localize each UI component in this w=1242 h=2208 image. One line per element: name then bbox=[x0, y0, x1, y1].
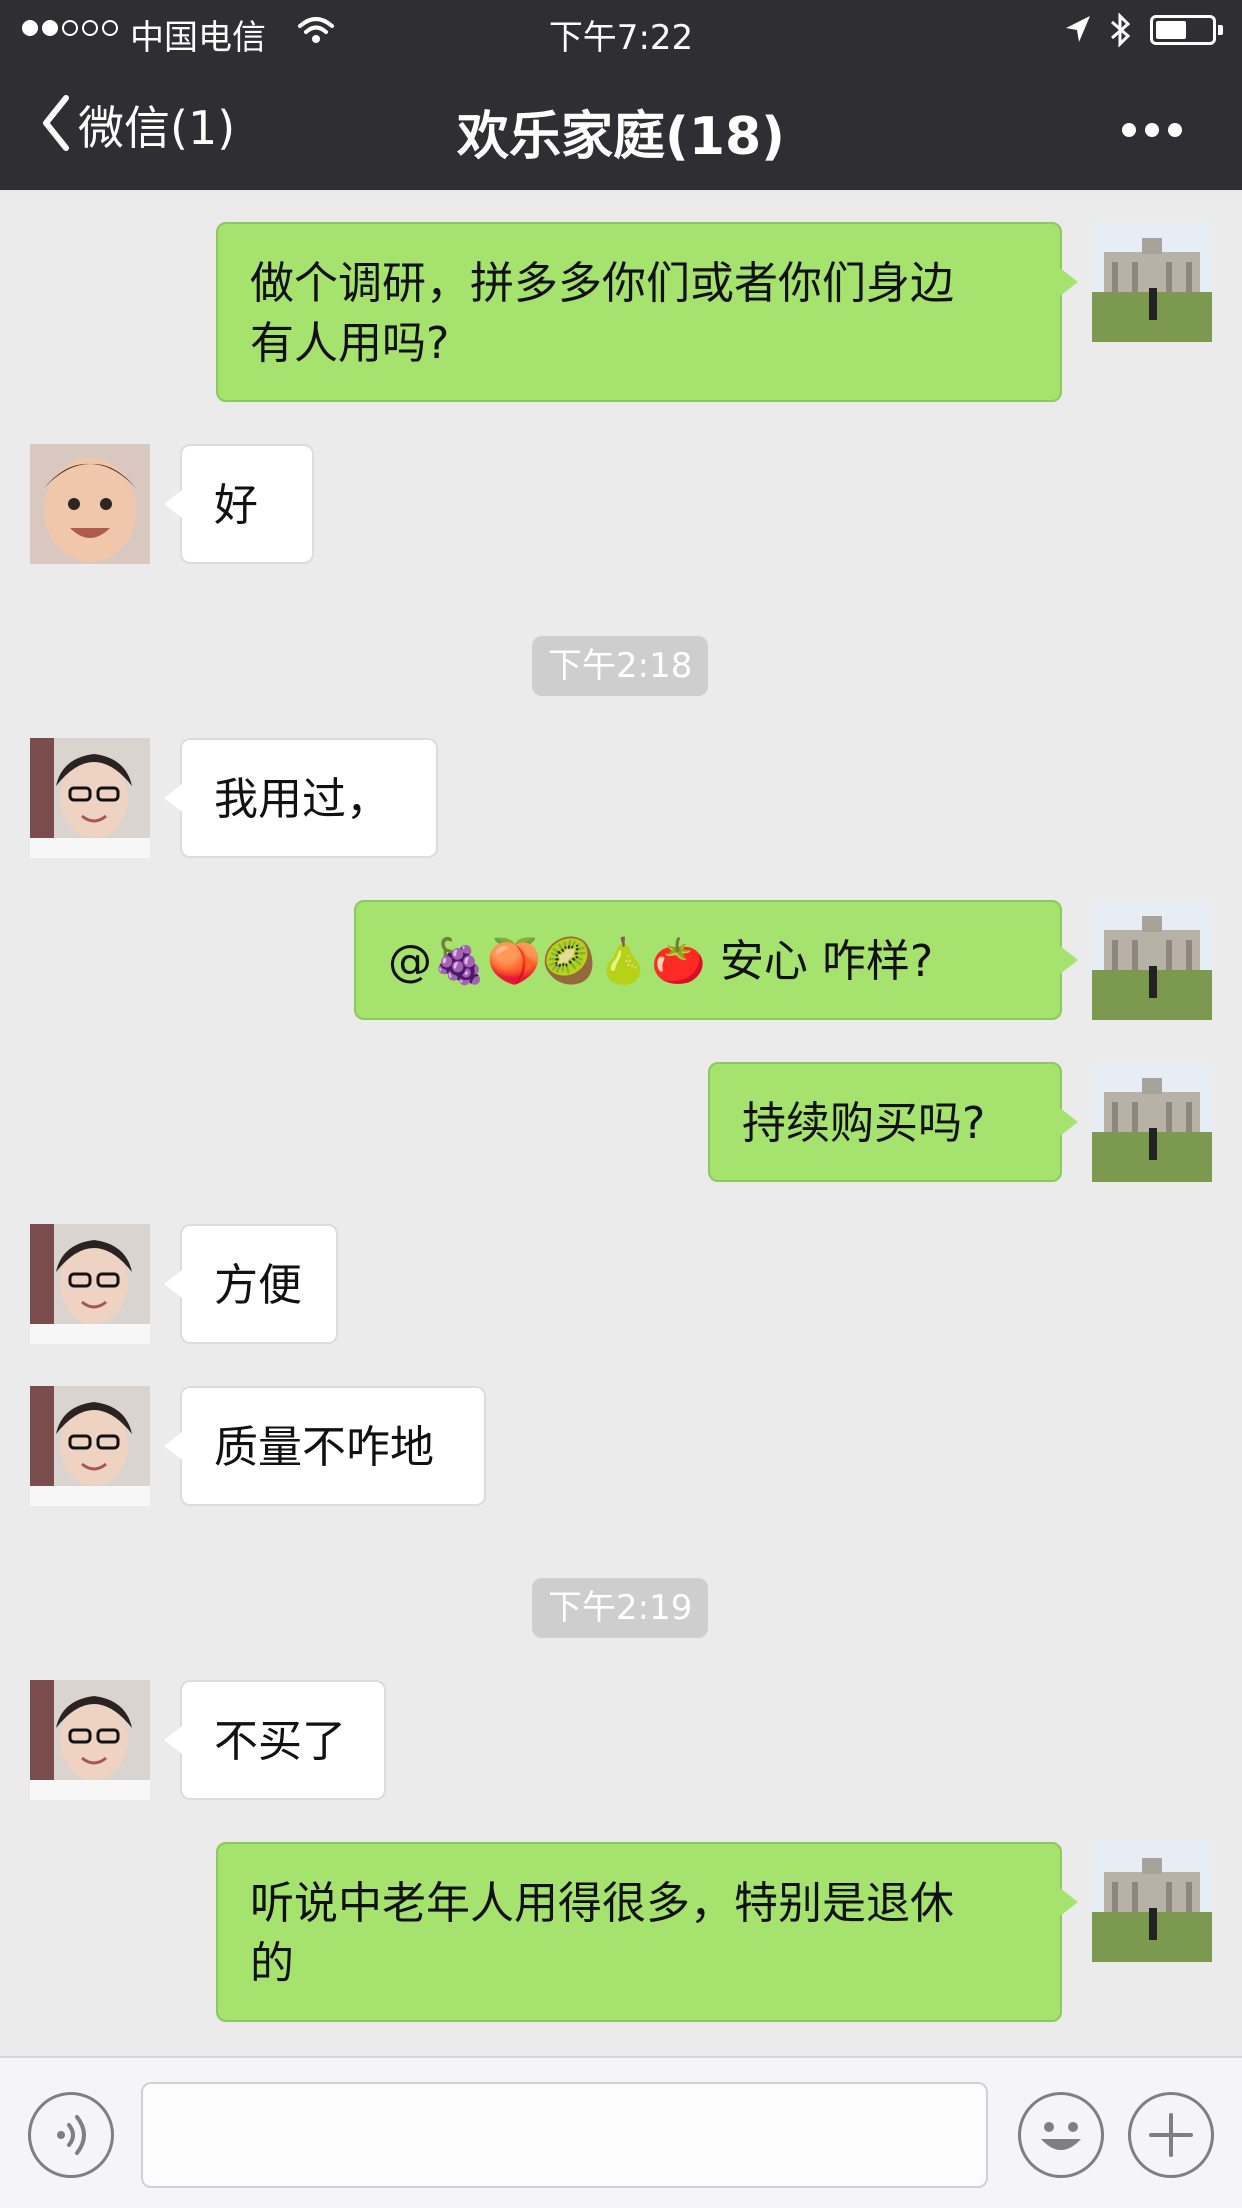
emoji-button[interactable] bbox=[1018, 2092, 1104, 2178]
message-text: 我用过， bbox=[214, 774, 390, 825]
timestamp-badge: 下午2:19 bbox=[532, 1578, 709, 1638]
message-bubble-other[interactable]: 我用过， bbox=[164, 738, 438, 858]
message-bubble-self[interactable]: 听说中老年人用得很多，特别是退休 的 bbox=[216, 1842, 1078, 2022]
message-text: 有人用吗? bbox=[250, 318, 450, 369]
voice-icon bbox=[31, 2115, 111, 2179]
member-avatar[interactable] bbox=[30, 1386, 150, 1506]
navigation-bar: 微信(1) 欢乐家庭(18) bbox=[0, 62, 1242, 190]
plus-icon bbox=[1131, 2113, 1211, 2179]
message-input[interactable] bbox=[141, 2082, 988, 2188]
chat-title: 欢乐家庭(18) bbox=[457, 107, 785, 167]
message-bubble-other[interactable]: 好 bbox=[164, 444, 314, 564]
message-bubble-other[interactable]: 不买了 bbox=[164, 1680, 386, 1800]
self-avatar[interactable] bbox=[1092, 1842, 1212, 1962]
more-horizontal-icon bbox=[1122, 123, 1136, 137]
message-text: 听说中老年人用得很多，特别是退休 bbox=[250, 1878, 954, 1929]
top-bar: 中国电信 下午7:22 微信(1) 欢乐家庭(18) bbox=[0, 0, 1242, 190]
location-arrow-icon bbox=[1062, 14, 1092, 55]
voice-button[interactable] bbox=[28, 2092, 114, 2178]
message-text: 做个调研，拼多多你们或者你们身边 bbox=[250, 258, 954, 309]
self-avatar[interactable] bbox=[1092, 1062, 1212, 1182]
status-bar: 中国电信 下午7:22 bbox=[0, 0, 1242, 62]
member-avatar[interactable] bbox=[30, 738, 150, 858]
status-time: 下午7:22 bbox=[548, 18, 694, 58]
battery-icon bbox=[1150, 15, 1223, 45]
message-bubble-self[interactable]: 做个调研，拼多多你们或者你们身边 有人用吗? bbox=[216, 222, 1078, 402]
self-avatar[interactable] bbox=[1092, 222, 1212, 342]
message-text: 不买了 bbox=[214, 1716, 346, 1767]
plus-button[interactable] bbox=[1128, 2092, 1214, 2178]
message-text: 方便 bbox=[214, 1260, 302, 1311]
message-bubble-other[interactable]: 质量不咋地 bbox=[164, 1386, 486, 1506]
message-bubble-self[interactable]: 持续购买吗? bbox=[708, 1062, 1078, 1182]
message-text: @🍇🍑🥝🍐🍅 安心 咋样? bbox=[388, 936, 934, 987]
message-bubble-other[interactable]: 方便 bbox=[164, 1224, 338, 1344]
more-button[interactable] bbox=[1112, 110, 1192, 150]
message-bubble-self[interactable]: @🍇🍑🥝🍐🍅 安心 咋样? bbox=[354, 900, 1078, 1020]
message-text: 好 bbox=[214, 480, 258, 531]
self-avatar[interactable] bbox=[1092, 900, 1212, 1020]
member-avatar[interactable] bbox=[30, 1680, 150, 1800]
member-avatar[interactable] bbox=[30, 1224, 150, 1344]
member-avatar[interactable] bbox=[30, 444, 150, 564]
message-text: 质量不咋地 bbox=[214, 1422, 434, 1473]
bluetooth-icon bbox=[1108, 10, 1134, 59]
timestamp-badge: 下午2:18 bbox=[532, 636, 709, 696]
emoji-icon bbox=[1021, 2122, 1101, 2179]
message-text: 持续购买吗? bbox=[742, 1098, 986, 1149]
input-bar bbox=[0, 2056, 1242, 2208]
chat-message-list[interactable]: 做个调研，拼多多你们或者你们身边 有人用吗? 好 下午2:18 我用过， @🍇🍑… bbox=[0, 190, 1242, 2056]
message-text: 的 bbox=[250, 1938, 294, 1989]
